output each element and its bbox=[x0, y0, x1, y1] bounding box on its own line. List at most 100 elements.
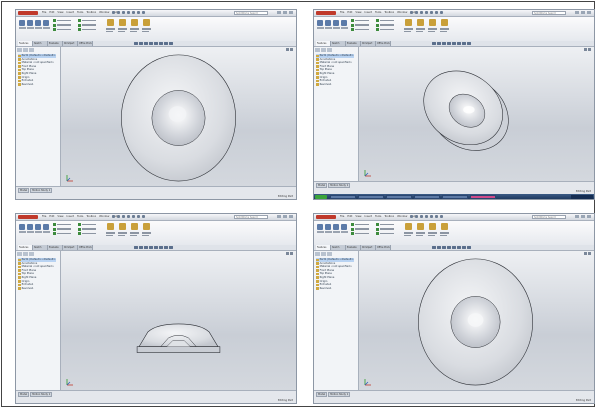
menu-item[interactable]: Toolbox bbox=[86, 10, 96, 16]
model-tab[interactable]: Motion Study 1 bbox=[30, 392, 53, 397]
extruded-cut-icon[interactable] bbox=[341, 224, 348, 234]
close-icon[interactable] bbox=[587, 215, 591, 218]
undo-icon[interactable] bbox=[430, 11, 433, 14]
part-model[interactable] bbox=[61, 251, 296, 391]
tab-dimxpert[interactable]: DimXpert bbox=[63, 245, 78, 250]
maximize-icon[interactable] bbox=[283, 11, 287, 14]
taskbar-item[interactable] bbox=[386, 194, 412, 199]
tab-features[interactable]: Features bbox=[316, 245, 331, 250]
tab-office-products[interactable]: Office Products bbox=[376, 41, 391, 46]
menu-item[interactable]: Window bbox=[397, 214, 407, 220]
menu-item[interactable]: View bbox=[355, 214, 361, 220]
part-model[interactable] bbox=[359, 47, 594, 182]
linear-pattern-icon[interactable] bbox=[118, 223, 127, 241]
tab-features[interactable]: Features bbox=[316, 41, 331, 46]
previous-view-icon[interactable] bbox=[144, 41, 148, 45]
zoom-to-fit-icon[interactable] bbox=[432, 245, 436, 249]
swept-boss-icon[interactable] bbox=[35, 224, 42, 234]
tab-evaluate[interactable]: Evaluate bbox=[346, 245, 361, 250]
property-manager-icon[interactable] bbox=[23, 252, 28, 256]
zoom-area-icon[interactable] bbox=[437, 41, 441, 45]
taskbar-item[interactable] bbox=[442, 194, 468, 199]
model-tab[interactable]: Model bbox=[316, 183, 328, 188]
graphics-area[interactable] bbox=[61, 251, 296, 391]
menu-item[interactable]: Toolbox bbox=[384, 214, 394, 220]
display-style-icon[interactable] bbox=[159, 245, 163, 249]
menu-item[interactable]: Insert bbox=[365, 10, 372, 16]
linear-pattern-icon[interactable] bbox=[416, 19, 425, 37]
appearance-icon[interactable] bbox=[169, 41, 173, 45]
new-icon[interactable] bbox=[112, 215, 115, 218]
new-icon[interactable] bbox=[410, 215, 413, 218]
configuration-manager-icon[interactable] bbox=[327, 48, 332, 52]
maximize-icon[interactable] bbox=[581, 215, 585, 218]
minimize-icon[interactable] bbox=[277, 215, 281, 218]
feature-tree-item[interactable]: Revolve1 bbox=[316, 83, 354, 87]
menu-item[interactable]: Window bbox=[397, 10, 407, 16]
menu-item[interactable]: Edit bbox=[49, 214, 54, 220]
options-icon[interactable] bbox=[142, 215, 145, 218]
menu-item[interactable]: Edit bbox=[347, 214, 352, 220]
shell-icon[interactable] bbox=[440, 19, 449, 37]
appearance-icon[interactable] bbox=[467, 41, 471, 45]
configuration-manager-icon[interactable] bbox=[29, 48, 34, 52]
search-input[interactable]: SolidWorks Search bbox=[234, 215, 268, 219]
model-tab[interactable]: Model bbox=[18, 392, 30, 397]
menu-item[interactable]: Window bbox=[99, 10, 109, 16]
model-tab[interactable]: Model bbox=[316, 392, 328, 397]
view-orientation-icon[interactable] bbox=[154, 245, 158, 249]
close-icon[interactable] bbox=[587, 11, 591, 14]
zoom-area-icon[interactable] bbox=[139, 245, 143, 249]
feature-tree-icon[interactable] bbox=[315, 252, 320, 256]
configuration-manager-icon[interactable] bbox=[327, 252, 332, 256]
options-icon[interactable] bbox=[142, 11, 145, 14]
feature-tree-icon[interactable] bbox=[17, 252, 22, 256]
fillet-icon[interactable] bbox=[106, 19, 115, 37]
fillet-icon[interactable] bbox=[106, 223, 115, 241]
linear-pattern-icon[interactable] bbox=[118, 19, 127, 37]
print-icon[interactable] bbox=[425, 11, 428, 14]
display-style-icon[interactable] bbox=[457, 245, 461, 249]
solidworks-logo[interactable] bbox=[316, 11, 336, 15]
shell-icon[interactable] bbox=[142, 19, 151, 37]
tab-dimxpert[interactable]: DimXpert bbox=[361, 245, 376, 250]
linear-pattern-icon[interactable] bbox=[416, 223, 425, 241]
revolved-boss-icon[interactable] bbox=[27, 224, 34, 234]
zoom-to-fit-icon[interactable] bbox=[134, 245, 138, 249]
taskbar-item[interactable] bbox=[358, 194, 384, 199]
maximize-icon[interactable] bbox=[581, 11, 585, 14]
model-tab[interactable]: Motion Study 1 bbox=[328, 392, 351, 397]
extruded-cut-icon[interactable] bbox=[43, 20, 50, 30]
model-tab[interactable]: Model bbox=[18, 188, 30, 193]
rib-icon[interactable] bbox=[428, 19, 437, 37]
revolved-boss-icon[interactable] bbox=[325, 224, 332, 234]
new-icon[interactable] bbox=[410, 11, 413, 14]
menu-item[interactable]: Toolbox bbox=[384, 10, 394, 16]
menu-item[interactable]: Toolbox bbox=[86, 214, 96, 220]
revolved-boss-icon[interactable] bbox=[325, 20, 332, 30]
rebuild-icon[interactable] bbox=[137, 11, 140, 14]
display-style-icon[interactable] bbox=[457, 41, 461, 45]
model-tab[interactable]: Motion Study 1 bbox=[30, 188, 53, 193]
feature-tree-item[interactable]: Revolve1 bbox=[316, 287, 354, 291]
print-icon[interactable] bbox=[425, 215, 428, 218]
rebuild-icon[interactable] bbox=[137, 215, 140, 218]
save-icon[interactable] bbox=[420, 11, 423, 14]
swept-boss-icon[interactable] bbox=[333, 224, 340, 234]
property-manager-icon[interactable] bbox=[321, 48, 326, 52]
zoom-area-icon[interactable] bbox=[437, 245, 441, 249]
tab-evaluate[interactable]: Evaluate bbox=[48, 245, 63, 250]
zoom-to-fit-icon[interactable] bbox=[134, 41, 138, 45]
property-manager-icon[interactable] bbox=[321, 252, 326, 256]
menu-item[interactable]: View bbox=[355, 10, 361, 16]
zoom-to-fit-icon[interactable] bbox=[432, 41, 436, 45]
open-icon[interactable] bbox=[117, 215, 120, 218]
zoom-area-icon[interactable] bbox=[139, 41, 143, 45]
rib-icon[interactable] bbox=[130, 223, 139, 241]
menu-item[interactable]: Tools bbox=[375, 214, 381, 220]
menu-item[interactable]: File bbox=[340, 214, 344, 220]
previous-view-icon[interactable] bbox=[442, 41, 446, 45]
minimize-icon[interactable] bbox=[277, 11, 281, 14]
menu-item[interactable]: Insert bbox=[67, 214, 74, 220]
start-button[interactable] bbox=[315, 194, 327, 199]
